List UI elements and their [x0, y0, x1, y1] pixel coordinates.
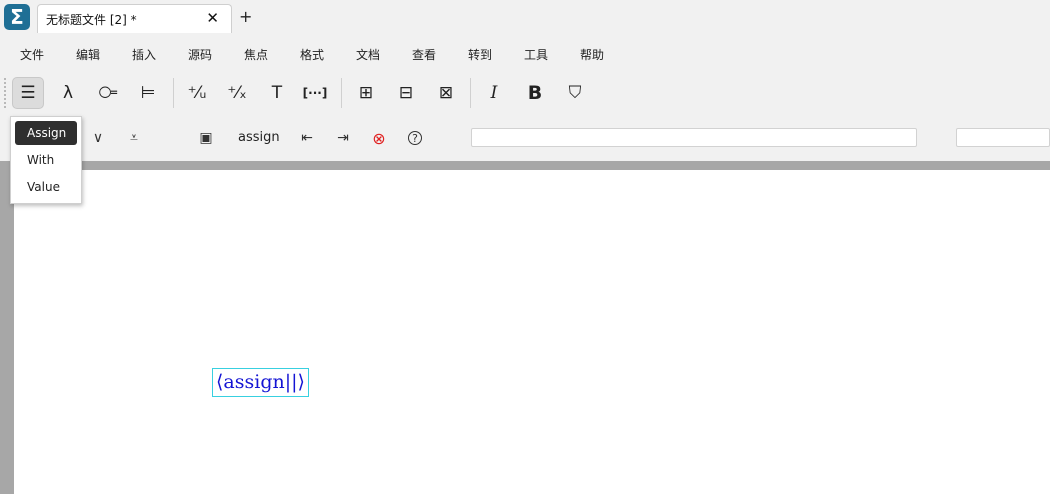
separator-strip [0, 161, 1050, 170]
toolbar-separator [470, 78, 471, 108]
fold-icon-3[interactable]: ⊠ [430, 77, 462, 109]
document-canvas: ⟨assign||⟩ [0, 170, 1050, 494]
main-toolbar: ☰ λ ⧃ ⊨ ⁺⁄ᵤ ⁺⁄ₓ T [···] ⊞ ⊟ ⊠ I B ⛉ [0, 72, 1050, 114]
percent-x-icon[interactable]: ⁺⁄ₓ [221, 77, 253, 109]
doc-icon[interactable]: ▣ [195, 127, 217, 149]
fill-icon[interactable]: ⛉ [559, 77, 591, 109]
error-icon[interactable]: ⊗ [368, 127, 390, 149]
add-tab-button[interactable]: + [239, 7, 252, 26]
dots-bracket-icon[interactable]: [···] [299, 77, 331, 109]
menu-goto[interactable]: 转到 [468, 46, 492, 63]
italic-icon[interactable]: I [478, 77, 510, 109]
dropdown-item-assign[interactable]: Assign [15, 121, 77, 145]
fold-icon-2[interactable]: ⊟ [390, 77, 422, 109]
droplet-icon[interactable]: ⧃ [92, 77, 124, 109]
focus-tag-label: assign [238, 130, 280, 145]
toolbar-separator [173, 78, 174, 108]
menu-tools[interactable]: 工具 [524, 46, 548, 63]
menu-view[interactable]: 查看 [412, 46, 436, 63]
arrow-right-box-icon[interactable]: ⇥ [332, 127, 354, 149]
menu-insert[interactable]: 插入 [132, 46, 156, 63]
menu-help[interactable]: 帮助 [580, 46, 604, 63]
tab-title: 无标题文件 [2] * [46, 13, 137, 27]
tab-bar: Σ 无标题文件 [2] * ✕ + [0, 0, 1050, 36]
document-tab[interactable]: 无标题文件 [2] * ✕ [37, 4, 232, 33]
list-icon[interactable]: ☰ [12, 77, 44, 109]
bold-icon[interactable]: B [519, 77, 551, 109]
focus-input-2[interactable] [956, 128, 1050, 147]
help-icon[interactable]: ? [408, 131, 422, 145]
assign-macro[interactable]: ⟨assign||⟩ [212, 368, 309, 397]
macro-dropdown-menu: Assign With Value [10, 116, 82, 204]
menu-format[interactable]: 格式 [300, 46, 324, 63]
toolbar-separator [341, 78, 342, 108]
dropdown-item-value[interactable]: Value [15, 175, 77, 199]
fold-icon-1[interactable]: ⊞ [350, 77, 382, 109]
app-logo-icon: Σ [4, 4, 30, 30]
document-page[interactable]: ⟨assign||⟩ [14, 170, 1050, 494]
toolbar-grip[interactable] [4, 78, 6, 108]
arrow-left-box-icon[interactable]: ⇤ [296, 127, 318, 149]
focus-toolbar: ∨ ⩡ ▣ assign ⇤ ⇥ ⊗ ? [0, 120, 1050, 156]
chevron-down-icon[interactable]: ∨ [87, 127, 109, 149]
tree-icon[interactable]: ⊨ [132, 77, 164, 109]
text-icon[interactable]: T [261, 77, 293, 109]
lambda-icon[interactable]: λ [52, 77, 84, 109]
close-icon[interactable]: ✕ [206, 9, 219, 27]
menu-source[interactable]: 源码 [188, 46, 212, 63]
app-window: Σ 无标题文件 [2] * ✕ + 文件 编辑 插入 源码 焦点 格式 文档 查… [0, 0, 1050, 494]
focus-input-1[interactable] [471, 128, 917, 147]
menu-bar: 文件 编辑 插入 源码 焦点 格式 文档 查看 转到 工具 帮助 [0, 40, 1050, 68]
menu-edit[interactable]: 编辑 [76, 46, 100, 63]
plus-z-icon[interactable]: ⁺⁄ᵤ [181, 77, 213, 109]
chevron-down-bar-icon[interactable]: ⩡ [123, 127, 145, 149]
menu-document[interactable]: 文档 [356, 46, 380, 63]
menu-file[interactable]: 文件 [20, 46, 44, 63]
dropdown-item-with[interactable]: With [15, 148, 77, 172]
menu-focus[interactable]: 焦点 [244, 46, 268, 63]
